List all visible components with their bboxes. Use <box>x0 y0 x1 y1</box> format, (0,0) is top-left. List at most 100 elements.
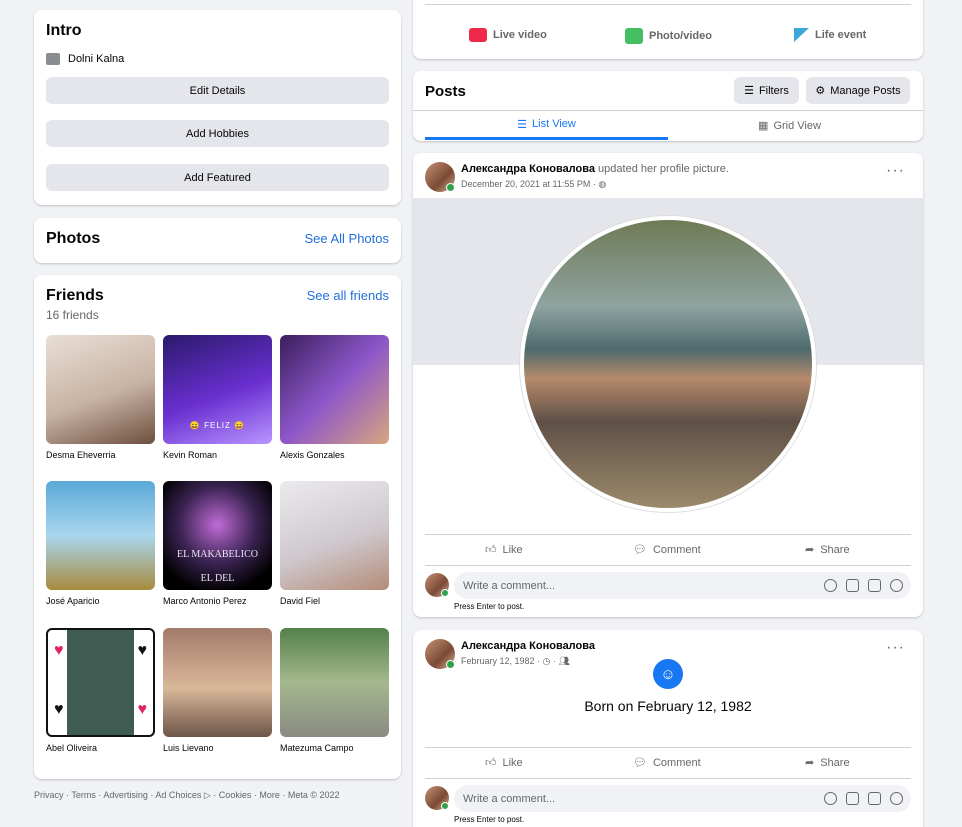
post-card: Александра Коновалова February 12, 1982 … <box>413 630 923 827</box>
friend-tile[interactable]: Alexis Gonzales <box>280 335 389 460</box>
emoji-icon[interactable] <box>824 792 837 805</box>
friend-photo[interactable] <box>46 335 155 444</box>
author-name[interactable]: Александра Коновалова <box>461 640 595 652</box>
filters-button[interactable]: ☰ Filters <box>734 77 799 104</box>
friend-photo[interactable] <box>163 628 272 737</box>
posts-title: Posts <box>425 83 466 100</box>
like-button[interactable]: 👍︎ Like <box>485 543 523 557</box>
footer-links[interactable]: Privacy · Terms · Advertising · Ad Choic… <box>34 790 340 801</box>
photos-title: Photos <box>46 230 101 247</box>
edit-details-button[interactable]: Edit Details <box>46 77 389 104</box>
home-icon <box>46 53 60 65</box>
post-date-text: December 20, 2021 at 11:55 PM <box>461 179 591 189</box>
gif-icon[interactable] <box>868 792 881 805</box>
friend-photo[interactable] <box>280 628 389 737</box>
friend-name[interactable]: Luis Lievano <box>163 743 272 753</box>
location-text: Dolni Kalna <box>68 53 125 65</box>
live-video-label: Live video <box>493 29 547 41</box>
friend-photo[interactable] <box>280 481 389 590</box>
clock-icon: ◷ <box>542 656 551 666</box>
photo-overlay-subtext: EL DEL <box>200 573 235 584</box>
emoji-icon[interactable] <box>824 579 837 592</box>
list-icon: ☰ <box>517 118 528 131</box>
friends-card: Friends 16 friends See all friends Desma… <box>34 275 401 779</box>
live-video-icon <box>469 28 487 42</box>
profile-picture[interactable] <box>520 216 816 512</box>
post-header-line: Александра Коновалова updated her profil… <box>461 163 729 175</box>
like-label: Like <box>502 543 523 556</box>
heart-icon: ♥ <box>137 642 148 659</box>
share-button[interactable]: ➦ Share <box>805 543 850 557</box>
comment-label: Comment <box>652 543 701 556</box>
comment-placeholder: Write a comment... <box>463 579 556 592</box>
see-all-photos-link[interactable]: See All Photos <box>304 231 389 246</box>
comment-input[interactable]: Write a comment... <box>454 572 911 599</box>
more-options-icon[interactable]: ··· <box>886 639 905 657</box>
friend-name[interactable]: Abel Oliveira <box>46 743 155 753</box>
reaction-divider <box>425 747 911 748</box>
friend-tile[interactable]: Matezuma Campo <box>280 628 389 753</box>
tab-list-view[interactable]: ☰ List View <box>425 111 668 140</box>
add-hobbies-button[interactable]: Add Hobbies <box>46 120 389 147</box>
friend-tile[interactable]: Luis Lievano <box>163 628 272 753</box>
manage-posts-button[interactable]: ⚙ Manage Posts <box>806 77 910 104</box>
friends-title: Friends <box>46 287 104 304</box>
friend-tile[interactable]: José Aparicio <box>46 481 155 606</box>
friends-icon: 👥︎ <box>558 656 570 666</box>
sticker-icon[interactable] <box>890 579 903 592</box>
live-video-button[interactable]: Live video <box>469 28 547 42</box>
grid-icon: ▦ <box>758 120 769 132</box>
friend-tile[interactable]: Desma Eheverria <box>46 335 155 460</box>
online-indicator <box>446 660 455 669</box>
posts-header-card: Posts ☰ Filters ⚙ Manage Posts ☰ List View … <box>413 71 923 141</box>
friend-tile[interactable]: David Fiel <box>280 481 389 606</box>
friend-photo[interactable] <box>280 335 389 444</box>
share-button[interactable]: ➦ Share <box>805 756 850 770</box>
heart-icon: ♥ <box>137 701 148 718</box>
friend-name[interactable]: David Fiel <box>280 596 389 606</box>
friends-count: 16 friends <box>46 308 99 322</box>
friend-name[interactable]: Marco Antonio Perez <box>163 596 272 606</box>
add-featured-button[interactable]: Add Featured <box>46 164 389 191</box>
friend-tile[interactable]: ♥ ♥ ♥ ♥ Abel Oliveira <box>46 628 155 753</box>
friend-name[interactable]: Matezuma Campo <box>280 743 389 753</box>
intro-title: Intro <box>46 22 82 39</box>
like-button[interactable]: 👍︎ Like <box>485 756 523 770</box>
reaction-divider <box>425 534 911 535</box>
online-indicator <box>441 802 449 810</box>
camera-icon[interactable] <box>846 792 859 805</box>
see-all-friends-link[interactable]: See all friends <box>307 288 389 303</box>
friend-name[interactable]: Desma Eheverria <box>46 450 155 460</box>
gif-icon[interactable] <box>868 579 881 592</box>
photo-icon <box>625 28 643 44</box>
sliders-icon: ☰ <box>744 85 754 97</box>
sticker-icon[interactable] <box>890 792 903 805</box>
photos-card: Photos See All Photos <box>34 218 401 263</box>
friend-photo[interactable]: 😄 FELIZ 😄 <box>163 335 272 444</box>
friend-name[interactable]: Alexis Gonzales <box>280 450 389 460</box>
friend-tile[interactable]: 😄 FELIZ 😄 Kevin Roman <box>163 335 272 460</box>
heart-icon: ♥ <box>54 642 64 659</box>
more-options-icon[interactable]: ··· <box>886 162 905 180</box>
life-event-label: Life event <box>815 29 867 41</box>
share-label: Share <box>820 543 850 556</box>
friend-name[interactable]: José Aparicio <box>46 596 155 606</box>
life-event-button[interactable]: Life event <box>794 28 866 42</box>
gear-icon: ⚙ <box>815 85 826 97</box>
comment-input[interactable]: Write a comment... <box>454 785 911 812</box>
comment-button[interactable]: 💬︎ Comment <box>633 756 701 770</box>
tab-grid-view[interactable]: ▦ Grid View <box>668 111 911 140</box>
comment-tools <box>824 792 903 805</box>
friend-photo[interactable] <box>46 481 155 590</box>
friend-tile[interactable]: EL MAKABELICO EL DEL Marco Antonio Perez <box>163 481 272 606</box>
post-date[interactable]: December 20, 2021 at 11:55 PM · ◍ <box>461 179 606 190</box>
camera-icon[interactable] <box>846 579 859 592</box>
friend-photo[interactable]: EL MAKABELICO EL DEL <box>163 481 272 590</box>
photo-video-button[interactable]: Photo/video <box>625 28 712 44</box>
comment-button[interactable]: 💬︎ Comment <box>633 543 701 557</box>
author-name[interactable]: Александра Коновалова <box>461 163 595 175</box>
post-date[interactable]: February 12, 1982 · ◷ · 👥︎ <box>461 656 570 667</box>
heart-icon: ♥ <box>54 701 64 718</box>
friend-photo[interactable]: ♥ ♥ ♥ ♥ <box>46 628 155 737</box>
friend-name[interactable]: Kevin Roman <box>163 450 272 460</box>
